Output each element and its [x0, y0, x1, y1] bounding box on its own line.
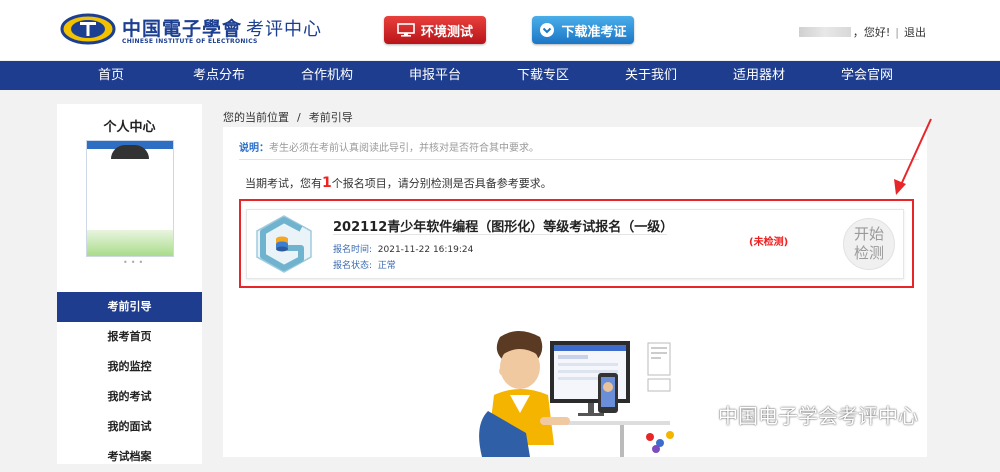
- check-status: (未检测): [749, 237, 789, 248]
- exam-setup-illustration: [479, 331, 674, 457]
- logout-link[interactable]: 退出: [904, 24, 926, 40]
- summary-prefix: 当期考试，您有: [245, 177, 322, 190]
- start-check-button[interactable]: 开始 检测: [843, 218, 895, 270]
- site-logo[interactable]: 中国電子學會 考评中心 CHINESE INSTITUTE OF ELECTRON…: [60, 10, 321, 50]
- nav-item-equipment[interactable]: 适用器材: [733, 61, 785, 90]
- registration-status-label: 报名状态:: [333, 261, 373, 271]
- breadcrumb-location: 您的当前位置: [223, 111, 289, 124]
- avatar: [86, 140, 174, 257]
- main-nav: 首页 考点分布 合作机构 申报平台 下载专区 关于我们 适用器材 学会官网: [0, 61, 1000, 90]
- nav-item-official-site[interactable]: 学会官网: [841, 61, 893, 90]
- nav-item-exam-sites[interactable]: 考点分布: [193, 61, 245, 90]
- greeting-text: ，您好!: [852, 26, 891, 39]
- exam-registration-card: 202112青少年软件编程（图形化）等级考试报名（一级） 报名时间: 2021-…: [246, 209, 904, 279]
- avatar-bottom-band: [87, 230, 173, 256]
- registration-summary: 当期考试，您有1个报名项目，请分别检测是否具备参考要求。: [245, 175, 552, 191]
- registration-status: 报名状态: 正常: [333, 258, 396, 271]
- instruction-notice: 说明：考生必须在考前认真阅读此导引，并核对是否符合其中要求。: [239, 139, 919, 160]
- registration-time-label: 报名时间:: [333, 245, 373, 255]
- institute-emblem-icon: [60, 13, 116, 45]
- user-bar: ，您好! | 退出: [798, 24, 926, 40]
- watermark-text: 中国电子学会考评中心: [718, 404, 918, 428]
- sidebar-item-my-exams[interactable]: 我的考试: [57, 382, 202, 412]
- nav-item-downloads[interactable]: 下载专区: [517, 61, 569, 90]
- sidebar-title: 个人中心: [103, 120, 156, 135]
- logo-chinese-text: 中国電子學會 考评中心: [122, 18, 323, 40]
- registration-status-value: 正常: [377, 261, 396, 271]
- annotation-arrow-icon: [894, 118, 932, 195]
- sidebar-item-exam-archive[interactable]: 考试档案: [57, 442, 202, 472]
- wechat-icon: [679, 402, 710, 426]
- sidebar-item-registration-home[interactable]: 报考首页: [57, 322, 202, 352]
- nav-item-partners[interactable]: 合作机构: [301, 61, 353, 90]
- avatar-dots-icon: •••: [123, 258, 147, 267]
- top-header: 中国電子學會 考评中心 CHINESE INSTITUTE OF ELECTRON…: [0, 0, 1000, 60]
- nav-item-about-us[interactable]: 关于我们: [625, 61, 677, 90]
- start-check-line2: 检测: [853, 244, 884, 262]
- download-circle-icon: [540, 23, 555, 37]
- notice-text: 考生必须在考前认真阅读此导引，并核对是否符合其中要求。: [269, 143, 539, 154]
- separator: |: [895, 25, 899, 39]
- notice-label: 说明：: [239, 143, 269, 154]
- exam-title: 202112青少年软件编程（图形化）等级考试报名（一级）: [333, 220, 674, 235]
- registration-time-value: 2021-11-22 16:19:24: [377, 245, 474, 255]
- download-admission-ticket-button[interactable]: 下载准考证: [532, 16, 634, 44]
- environment-test-label: 环境测试: [420, 24, 473, 40]
- wechat-watermark: 中国电子学会考评中心: [678, 400, 918, 429]
- registration-time: 报名时间: 2021-11-22 16:19:24: [333, 242, 473, 255]
- nav-item-application-platform[interactable]: 申报平台: [409, 61, 461, 90]
- start-check-line1: 开始: [853, 225, 884, 243]
- monitor-icon: [397, 23, 415, 37]
- personal-center-sidebar: 个人中心 ••• 考前引导 报考首页 我的监控 我的考试 我的面试 考试档案: [57, 104, 202, 464]
- summary-suffix: 个报名项目，请分别检测是否具备参考要求。: [331, 177, 552, 190]
- download-admission-label: 下载准考证: [561, 24, 627, 40]
- nav-item-home[interactable]: 首页: [98, 61, 124, 90]
- registration-count: 1: [322, 175, 332, 191]
- breadcrumb: 您的当前位置 / 考前引导: [223, 109, 353, 125]
- breadcrumb-current-page[interactable]: 考前引导: [309, 111, 353, 124]
- blurred-username: [798, 27, 851, 37]
- avatar-head-icon: [111, 145, 149, 159]
- environment-test-button[interactable]: 环境测试: [384, 16, 486, 44]
- sidebar-item-my-monitoring[interactable]: 我的监控: [57, 352, 202, 382]
- logo-english-text: CHINESE INSTITUTE OF ELECTRONICS: [122, 38, 258, 45]
- title-divider: [333, 234, 667, 235]
- sidebar-item-my-interviews[interactable]: 我的面试: [57, 412, 202, 442]
- breadcrumb-separator: /: [297, 111, 301, 124]
- sidebar-item-pre-exam-guide[interactable]: 考前引导: [57, 292, 202, 322]
- exam-logo-icon: [256, 215, 312, 273]
- sidebar-menu: 考前引导 报考首页 我的监控 我的考试 我的面试 考试档案: [57, 292, 202, 472]
